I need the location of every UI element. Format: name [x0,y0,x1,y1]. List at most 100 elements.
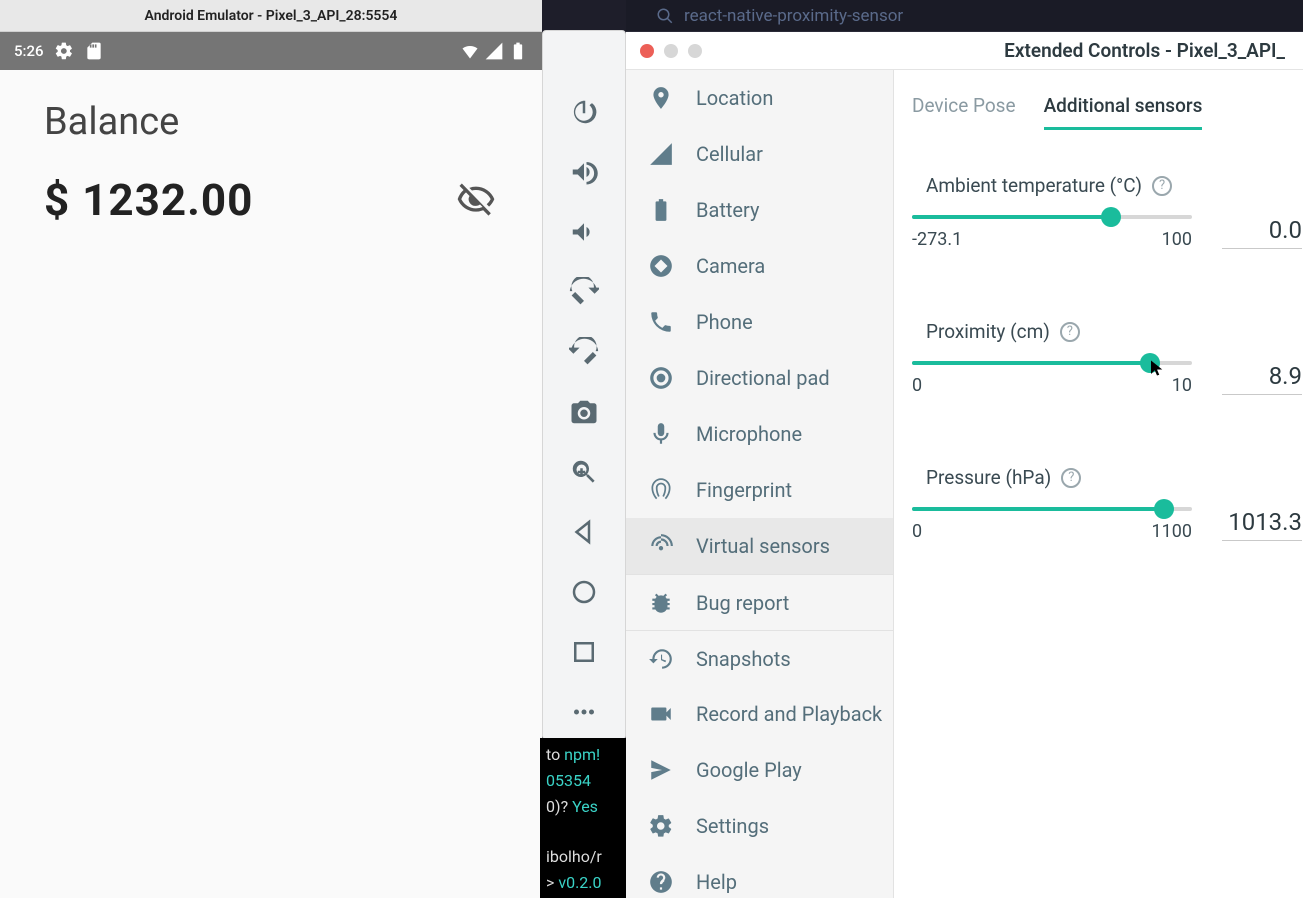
sidebar-item-help[interactable]: Help [626,854,893,898]
balance-amount: $ 1232.00 [44,174,253,226]
power-icon[interactable] [569,97,599,127]
sidebar-item-camera[interactable]: Camera [626,238,893,294]
extended-controls-window: Extended Controls - Pixel_3_API_ Locatio… [626,32,1303,898]
emulator-titlebar[interactable]: Android Emulator - Pixel_3_API_28:5554 [0,0,542,32]
sensor-tabs: Device Pose Additional sensors [912,94,1273,130]
minimize-traffic-icon[interactable] [664,44,678,58]
sensor-pressure: Pressure (hPa)? 01100 1013.3 [912,466,1273,542]
sidebar-item-record[interactable]: Record and Playback [626,686,893,742]
signal-icon [484,41,504,61]
location-icon [648,85,674,111]
sidebar-item-battery[interactable]: Battery [626,182,893,238]
sensor-proximity: Proximity (cm)? 010 8.9 [912,320,1273,396]
prox-slider[interactable]: 010 [912,361,1192,396]
wifi-icon [460,41,480,61]
search-text: react-native-proximity-sensor [684,6,903,26]
sidebar-item-phone[interactable]: Phone [626,294,893,350]
prox-label: Proximity (cm) [926,320,1050,343]
record-icon [648,701,674,727]
sidebar-item-label: Help [696,870,737,894]
sidebar-item-fingerprint[interactable]: Fingerprint [626,462,893,518]
sidebar-item-label: Snapshots [696,647,791,671]
battery-icon [508,41,528,61]
tab-device-pose[interactable]: Device Pose [912,94,1016,130]
search-icon [656,7,674,25]
phone-screen: 5:26 Balance $ 1232.00 [0,32,542,898]
sidebar-item-label: Microphone [696,422,802,446]
emulator-title: Android Emulator - Pixel_3_API_28:5554 [145,8,398,24]
app-body: Balance $ 1232.00 [0,70,542,256]
close-traffic-icon[interactable] [640,44,654,58]
sidebar-item-bug[interactable]: Bug report [626,574,893,630]
more-icon[interactable] [569,697,599,727]
back-icon[interactable] [569,517,599,547]
volume-down-icon[interactable] [569,217,599,247]
sidebar-item-label: Fingerprint [696,478,792,502]
temp-value[interactable]: 0.0 [1222,216,1302,249]
camera-icon[interactable] [569,397,599,427]
sidebar-item-play[interactable]: Google Play [626,742,893,798]
sidebar-item-mic[interactable]: Microphone [626,406,893,462]
press-value[interactable]: 1013.3 [1222,508,1302,541]
sidebar-item-label: Settings [696,814,769,838]
eye-off-icon [456,180,496,220]
extended-content: Device Pose Additional sensors Ambient t… [894,70,1303,898]
sidebar-item-label: Virtual sensors [696,534,830,558]
help-icon [648,869,674,895]
extended-sidebar: Location Cellular Battery Camera Phone Direct… [626,70,894,898]
dpad-icon [648,365,674,391]
press-slider[interactable]: 01100 [912,507,1192,542]
camera-icon [648,253,674,279]
gear-icon [54,41,74,61]
sidebar-item-label: Location [696,86,773,110]
press-label: Pressure (hPa) [926,466,1051,489]
sidebar-item-label: Phone [696,310,753,334]
ide-search-bar[interactable]: react-native-proximity-sensor [626,0,1303,32]
sidebar-item-label: Bug report [696,591,789,615]
play-icon [648,757,674,783]
sidebar-item-label: Google Play [696,758,802,782]
sidebar-item-label: Camera [696,254,765,278]
extended-title: Extended Controls - Pixel_3_API_ [702,39,1289,62]
status-time: 5:26 [14,42,44,60]
android-statusbar: 5:26 [0,32,542,70]
sidebar-item-snapshot[interactable]: Snapshots [626,630,893,686]
zoom-icon[interactable] [569,457,599,487]
rotate-right-icon[interactable] [569,337,599,367]
sidebar-item-dpad[interactable]: Directional pad [626,350,893,406]
temp-label: Ambient temperature (°C) [926,174,1142,197]
sidebar-item-cellular[interactable]: Cellular [626,126,893,182]
fingerprint-icon [648,477,674,503]
tab-additional-sensors[interactable]: Additional sensors [1044,94,1203,130]
settings-icon [648,813,674,839]
rotate-left-icon[interactable] [569,277,599,307]
home-icon[interactable] [569,577,599,607]
prox-value[interactable]: 8.9 [1222,362,1302,395]
traffic-lights[interactable] [640,44,702,58]
terminal-snippet: to npm! 05354 0)? Yes ibolho/r > v0.2.0 [540,738,630,898]
sd-card-icon [84,41,104,61]
toggle-visibility-button[interactable] [454,178,498,222]
sidebar-item-label: Record and Playback [696,702,882,726]
temp-slider[interactable]: -273.1100 [912,215,1192,250]
snapshot-icon [648,646,674,672]
zoom-traffic-icon[interactable] [688,44,702,58]
bug-icon [648,590,674,616]
overview-icon[interactable] [569,637,599,667]
sidebar-item-location[interactable]: Location [626,70,893,126]
sidebar-item-label: Cellular [696,142,763,166]
extended-titlebar[interactable]: Extended Controls - Pixel_3_API_ [626,32,1303,70]
sidebar-item-label: Battery [696,198,759,222]
sidebar-item-settings[interactable]: Settings [626,798,893,854]
sensor-temperature: Ambient temperature (°C)? -273.1100 0.0 [912,174,1273,250]
volume-up-icon[interactable] [569,157,599,187]
sidebar-item-sensors[interactable]: Virtual sensors [626,518,893,574]
help-icon[interactable]: ? [1061,468,1081,488]
sensors-icon [648,533,674,559]
emulator-window: Android Emulator - Pixel_3_API_28:5554 5… [0,0,542,898]
help-icon[interactable]: ? [1152,176,1172,196]
help-icon[interactable]: ? [1060,322,1080,342]
mic-icon [648,421,674,447]
emulator-toolbar [542,30,626,740]
phone-icon [648,309,674,335]
